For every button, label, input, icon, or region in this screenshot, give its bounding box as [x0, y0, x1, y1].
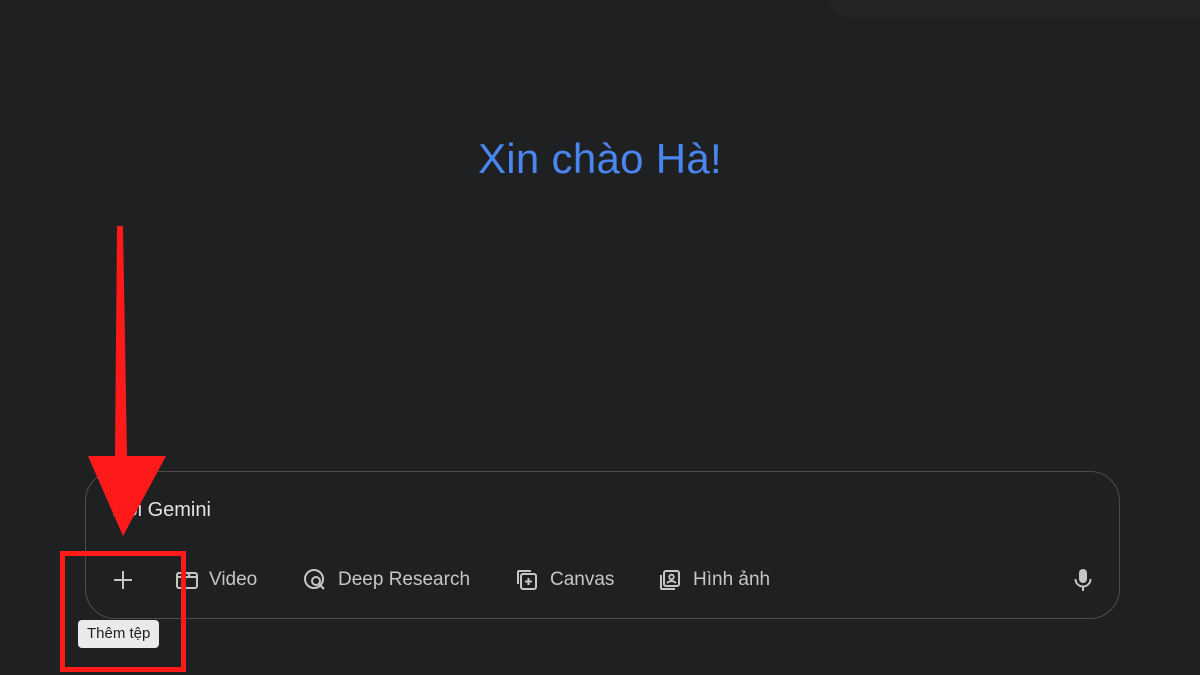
microphone-button[interactable]	[1066, 563, 1100, 597]
microphone-icon	[1074, 569, 1092, 591]
gemini-app: Xin chào Hà! Video Deep Research Canvas	[0, 0, 1200, 675]
annotation-highlight-box	[60, 551, 186, 672]
video-label: Video	[209, 569, 258, 590]
prompt-input[interactable]	[112, 494, 1012, 526]
video-button[interactable]: Video	[175, 561, 257, 599]
canvas-button[interactable]: Canvas	[514, 561, 614, 599]
image-icon	[660, 570, 680, 590]
deep-research-label: Deep Research	[338, 569, 471, 590]
image-button[interactable]: Hình ảnh	[657, 561, 770, 599]
image-label: Hình ảnh	[693, 569, 771, 590]
greeting-heading: Xin chào Hà!	[477, 135, 723, 182]
canvas-label: Canvas	[550, 569, 615, 590]
deep-research-icon	[304, 569, 325, 590]
deep-research-button[interactable]: Deep Research	[302, 561, 470, 599]
top-right-panel	[830, 0, 1200, 18]
canvas-icon	[517, 570, 537, 590]
